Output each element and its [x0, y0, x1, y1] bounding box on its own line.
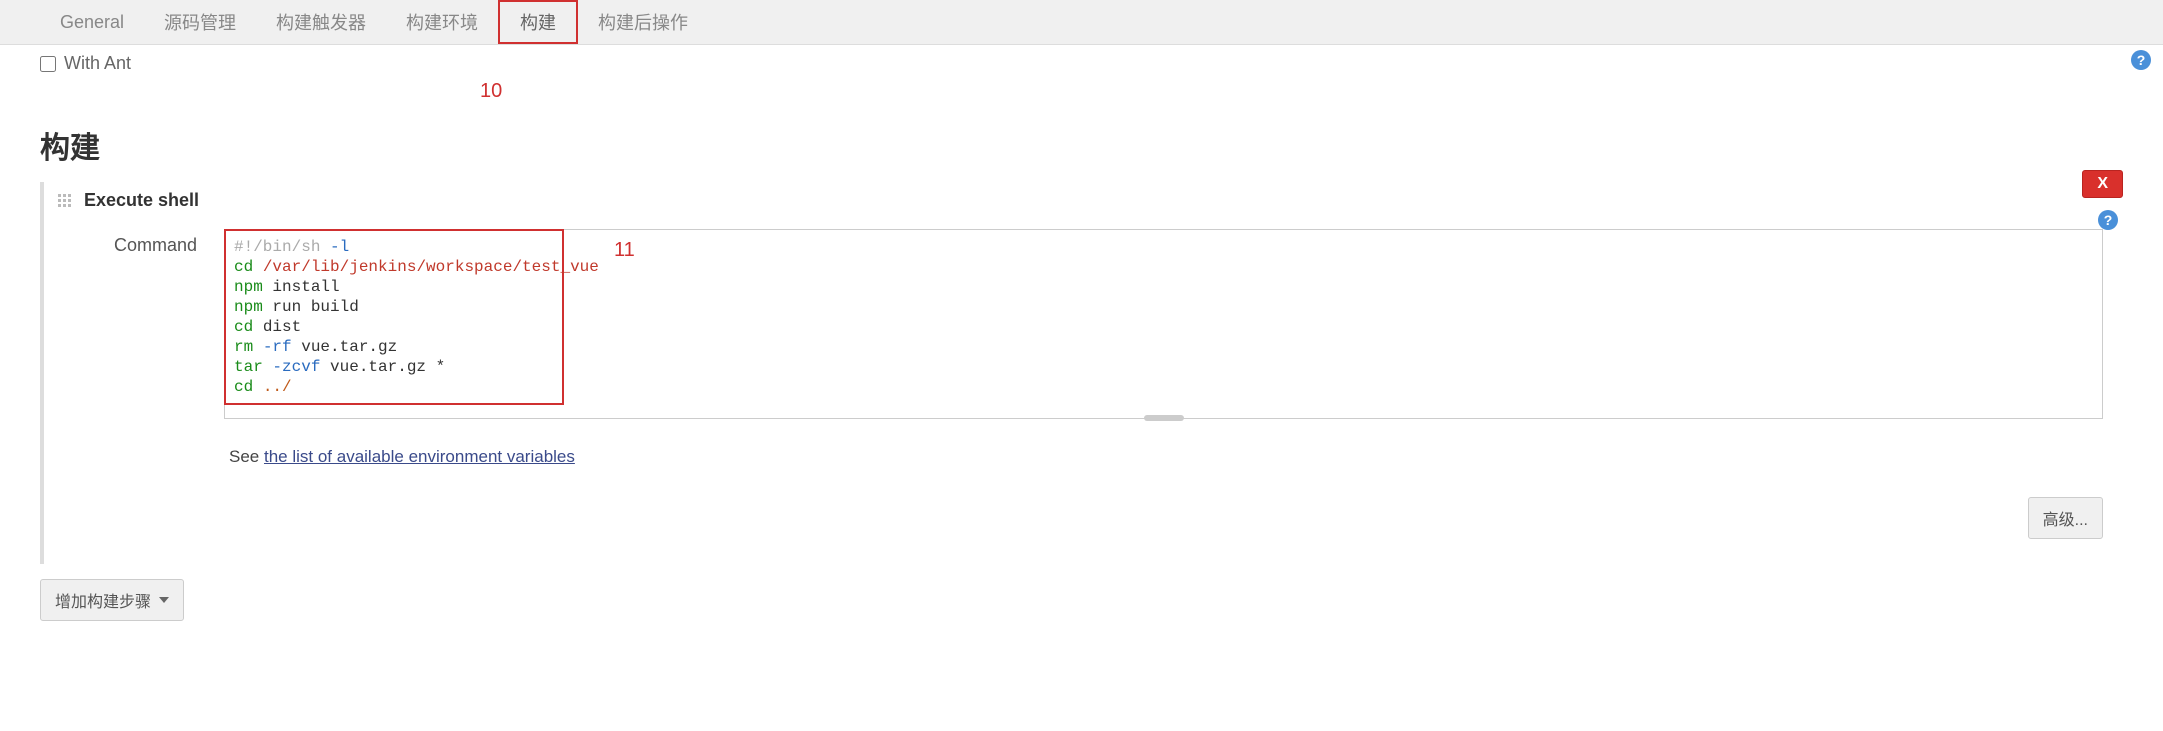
advanced-row: 高级...	[44, 467, 2123, 564]
drag-handle-icon[interactable]	[56, 192, 74, 210]
tab-build[interactable]: 构建	[498, 0, 578, 44]
build-step-container: Execute shell X ? Command #!/bin/sh -l c…	[40, 182, 2123, 564]
annotation-11: 11	[614, 239, 635, 262]
command-label: Command	[114, 229, 209, 256]
code-text: cd	[234, 378, 263, 396]
code-text: install	[272, 278, 339, 296]
code-text: ../	[263, 378, 292, 396]
help-icon[interactable]: ?	[2098, 210, 2118, 230]
command-row: Command #!/bin/sh -l cd /var/lib/jenkins…	[44, 219, 2123, 429]
command-area: #!/bin/sh -l cd /var/lib/jenkins/workspa…	[224, 229, 2103, 419]
see-text: See	[229, 447, 264, 466]
tab-post[interactable]: 构建后操作	[578, 0, 708, 44]
code-text: cd	[234, 258, 263, 276]
section-title-build: 构建	[0, 103, 2163, 182]
command-code[interactable]: #!/bin/sh -l cd /var/lib/jenkins/workspa…	[224, 229, 564, 405]
tab-triggers[interactable]: 构建触发器	[256, 0, 386, 44]
tab-env[interactable]: 构建环境	[386, 0, 498, 44]
code-text: tar	[234, 358, 272, 376]
code-text: cd	[234, 318, 263, 336]
code-text: vue.tar.gz *	[330, 358, 445, 376]
config-tabs: General 源码管理 构建触发器 构建环境 构建 构建后操作	[0, 0, 2163, 45]
code-text: vue.tar.gz	[301, 338, 397, 356]
code-text: -l	[330, 238, 349, 256]
step-title: Execute shell	[84, 190, 199, 211]
annotation-10: 10	[480, 80, 2163, 103]
add-step-row: 增加构建步骤	[0, 579, 2163, 631]
code-text: #!/bin/sh	[234, 238, 330, 256]
help-icon[interactable]: ?	[2131, 50, 2151, 70]
tab-scm[interactable]: 源码管理	[144, 0, 256, 44]
add-step-label: 增加构建步骤	[55, 588, 151, 612]
advanced-button[interactable]: 高级...	[2028, 497, 2103, 539]
add-build-step-button[interactable]: 增加构建步骤	[40, 579, 184, 621]
with-ant-row: With Ant	[0, 45, 2163, 82]
with-ant-checkbox[interactable]	[40, 56, 56, 72]
code-text: npm	[234, 298, 272, 316]
code-text: rm	[234, 338, 263, 356]
delete-step-button[interactable]: X	[2082, 170, 2123, 198]
code-text: /var/lib/jenkins/workspace/test_vue	[263, 258, 599, 276]
caret-down-icon	[159, 597, 169, 603]
step-header: Execute shell X ?	[44, 182, 2123, 219]
code-text: npm	[234, 278, 272, 296]
tab-general[interactable]: General	[40, 0, 144, 44]
see-line: See the list of available environment va…	[44, 429, 2123, 467]
with-ant-label: With Ant	[64, 53, 131, 74]
env-vars-link[interactable]: the list of available environment variab…	[264, 447, 575, 466]
code-text: -rf	[263, 338, 301, 356]
code-text: run build	[272, 298, 358, 316]
code-text: dist	[263, 318, 301, 336]
code-text: -zcvf	[272, 358, 330, 376]
